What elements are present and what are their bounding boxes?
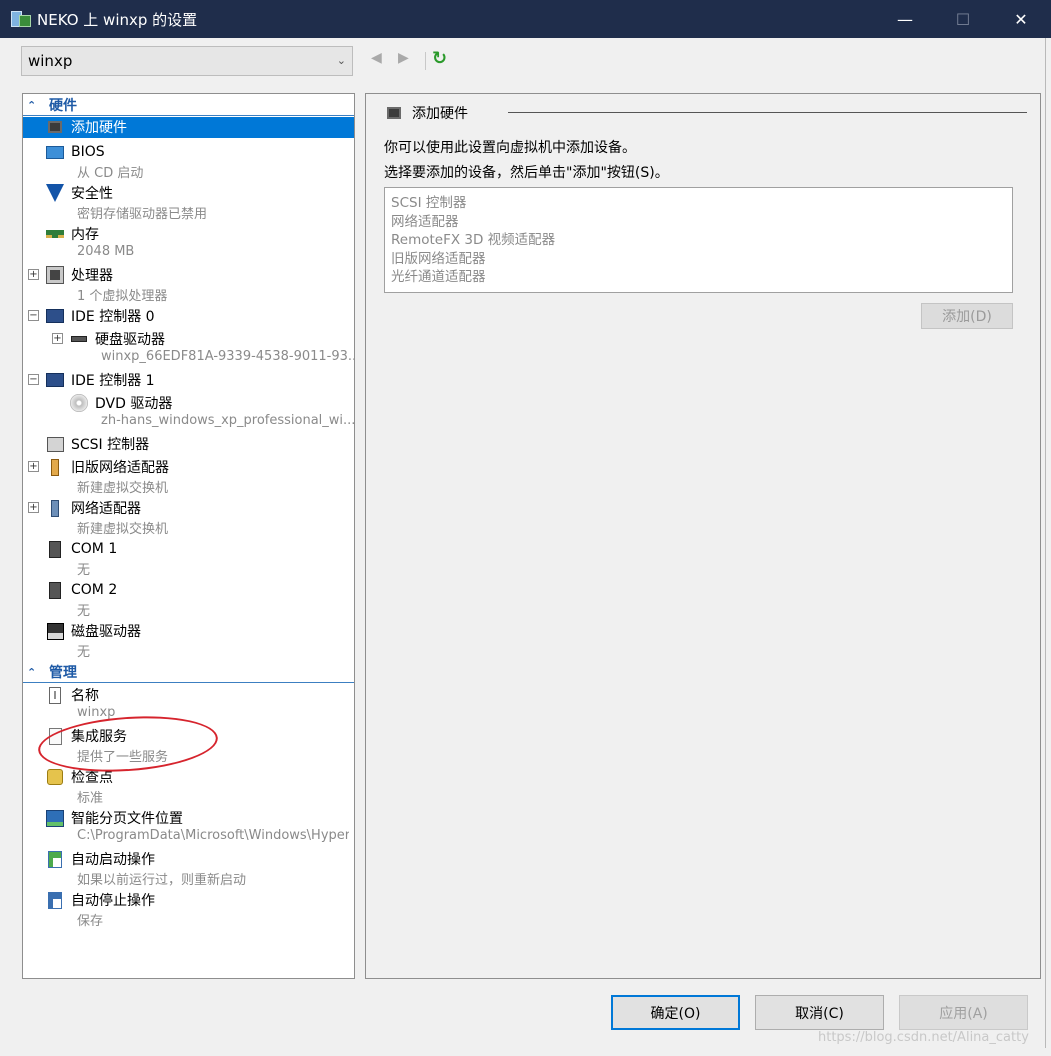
smart-paging-icon [45,809,65,827]
processor-icon [45,266,65,284]
expand-icon[interactable]: + [28,502,39,513]
collapse-icon[interactable]: ⌃ [27,666,39,679]
list-item[interactable]: SCSI 控制器 [391,191,1012,211]
device-list[interactable]: SCSI 控制器 网络适配器 RemoteFX 3D 视频适配器 旧版网络适配器… [384,187,1013,293]
collapse-icon[interactable]: ⌃ [27,99,39,112]
toolbar-divider [425,52,426,70]
panel-title: 添加硬件 [412,106,468,122]
maximize-button[interactable]: ☐ [934,0,992,38]
chevron-down-icon: ⌄ [336,54,346,67]
panel-description: 你可以使用此设置向虚拟机中添加设备。 [384,140,636,156]
network-adapter-icon [45,499,65,517]
com-port-icon [45,540,65,558]
expand-icon[interactable]: + [28,461,39,472]
vm-selector-dropdown[interactable]: winxp ⌄ [21,46,353,76]
dvd-disc-icon [69,394,89,412]
add-hardware-icon [384,104,404,122]
forward-arrow-icon[interactable]: ▶ [398,50,409,66]
watermark: https://blog.csdn.net/Alina_catty [818,1030,1029,1045]
expand-icon[interactable]: + [52,333,63,344]
auto-stop-icon [45,891,65,909]
hyperv-settings-icon [11,9,31,29]
memory-icon [45,225,65,243]
add-hardware-icon [45,118,65,136]
add-button[interactable]: 添加(D) [921,303,1013,329]
ok-button[interactable]: 确定(O) [611,995,740,1030]
close-button[interactable]: ✕ [992,0,1050,38]
panel-instruction: 选择要添加的设备，然后单击"添加"按钮(S)。 [384,165,669,181]
name-field-icon: I [45,686,65,704]
minimize-button[interactable]: — [876,0,934,38]
settings-detail-panel: 添加硬件 你可以使用此设置向虚拟机中添加设备。 选择要添加的设备，然后单击"添加… [365,93,1041,979]
refresh-icon[interactable]: ↻ [432,48,447,69]
list-item[interactable]: 网络适配器 [391,210,1012,230]
apply-button[interactable]: 应用(A) [899,995,1028,1030]
com-port-icon [45,581,65,599]
list-item[interactable]: 光纤通道适配器 [391,265,1012,285]
vm-selector-value: winxp [28,52,73,70]
collapse-icon[interactable]: − [28,374,39,385]
back-arrow-icon[interactable]: ◀ [371,50,382,66]
management-section-header[interactable]: ⌃ 管理 [23,662,354,683]
list-item[interactable]: RemoteFX 3D 视频适配器 [391,228,1012,248]
legacy-network-adapter-icon [45,458,65,476]
settings-tree[interactable]: ⌃ 硬件 添加硬件 BIOS 从 CD 启动 安全性 密钥存储驱动器已禁用 内存… [22,93,355,979]
floppy-disk-icon [45,622,65,640]
auto-start-icon [45,850,65,868]
expand-icon[interactable]: + [28,269,39,280]
header-rule [508,112,1027,113]
scsi-controller-icon [45,435,65,453]
shield-icon [45,184,65,202]
collapse-icon[interactable]: − [28,310,39,321]
window-edge [1045,38,1046,1048]
cancel-button[interactable]: 取消(C) [755,995,884,1030]
panel-header: 添加硬件 [384,103,468,123]
checkpoint-icon [45,768,65,786]
ide-controller-icon [45,371,65,389]
monitor-icon [45,143,65,161]
window-title: NEKO 上 winxp 的设置 [37,10,198,29]
hard-drive-icon [69,330,89,348]
hardware-section-header[interactable]: ⌃ 硬件 [23,95,354,116]
list-item[interactable]: 旧版网络适配器 [391,247,1012,267]
ide-controller-icon [45,307,65,325]
title-bar: NEKO 上 winxp 的设置 — ☐ ✕ [0,0,1051,38]
